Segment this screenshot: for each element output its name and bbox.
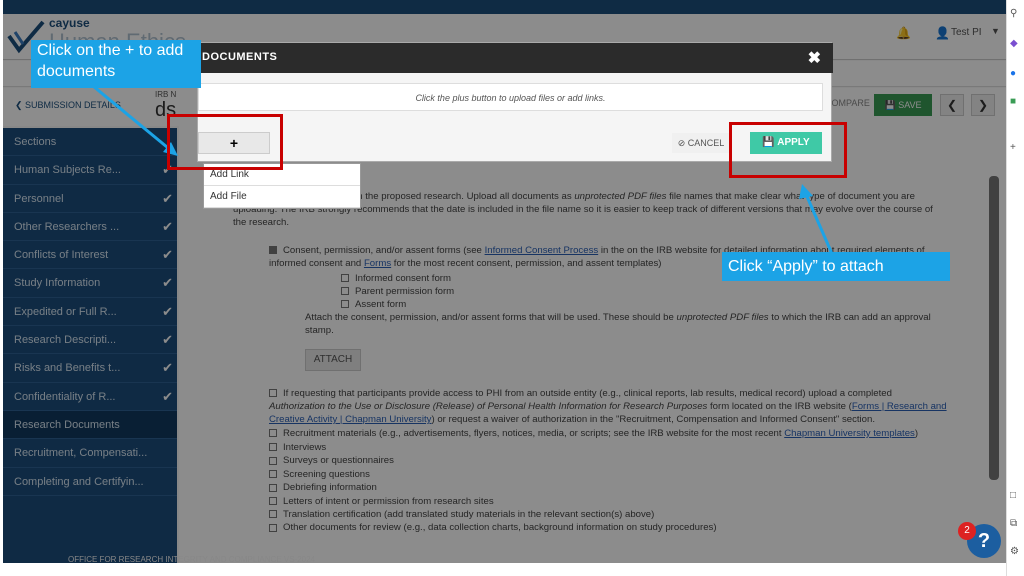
- external-icon[interactable]: ⧉: [1010, 518, 1017, 529]
- apply-arrow-line: [803, 191, 835, 257]
- plus-highlight: [167, 114, 283, 170]
- footer-text: OFFICE FOR RESEARCH INTEGRITY AND COMPLI…: [68, 555, 316, 563]
- window-icon[interactable]: □: [1010, 490, 1016, 501]
- notification-badge: 2: [958, 522, 976, 540]
- app-window: cayuse Human Ethics 🔔 👤 Test PI ▼ ❮ SUBM…: [3, 0, 1006, 563]
- apply-highlight: [729, 122, 847, 178]
- extension-icon[interactable]: ◆: [1010, 38, 1018, 49]
- search-icon[interactable]: ⚲: [1010, 8, 1017, 19]
- app-icon[interactable]: ■: [1010, 96, 1016, 107]
- outlook-icon[interactable]: ●: [1010, 68, 1016, 79]
- add-documents-callout: Click on the + to add documents: [31, 40, 201, 88]
- add-icon[interactable]: +: [1010, 142, 1016, 153]
- browser-side-panel: ⚲ ◆ ● ■ + □ ⧉ ⚙: [1006, 0, 1024, 576]
- apply-arrow-head: [799, 184, 813, 199]
- apply-callout: Click “Apply” to attach: [722, 252, 950, 281]
- gear-icon[interactable]: ⚙: [1010, 546, 1019, 557]
- add-arrow-line: [92, 84, 174, 154]
